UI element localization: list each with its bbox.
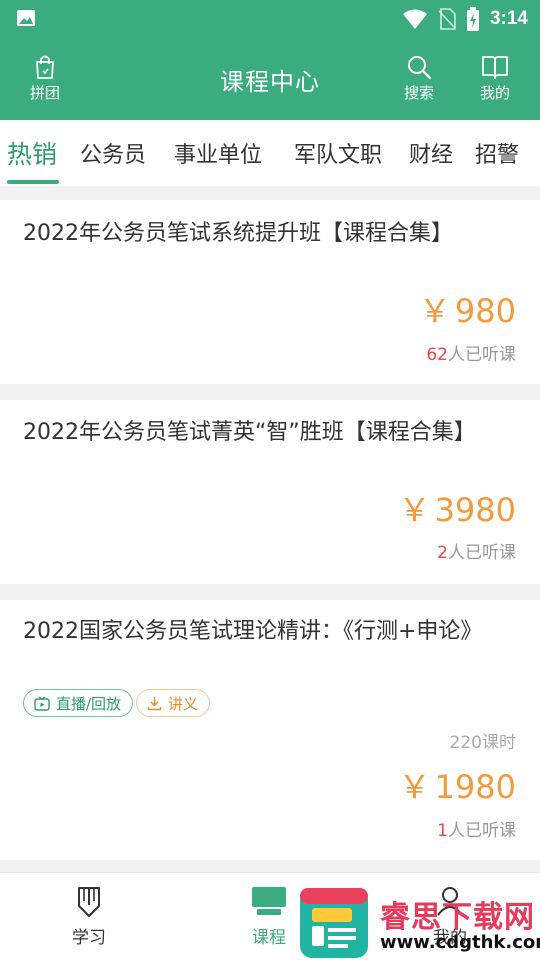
price-value: 980 (454, 292, 516, 330)
status-time: 3:14 (489, 8, 528, 29)
course-badges: 直播/回放 讲义 (23, 689, 323, 719)
tab-military-civilian[interactable]: 军队文职 (294, 137, 382, 169)
course-price: ￥ 1980 (399, 762, 516, 808)
listener-number: 1 (437, 821, 448, 841)
tab-police[interactable]: 招警 (475, 137, 519, 169)
course-card[interactable]: 2022年公务员笔试系统提升班【课程合集】 ￥ 980 62人已听课 (0, 200, 540, 384)
handout-badge: 讲义 (136, 689, 211, 717)
book-icon (482, 56, 508, 79)
download-icon (147, 696, 162, 710)
course-price: ￥ 980 (419, 286, 516, 332)
mine-button[interactable]: 我的 (465, 54, 525, 103)
watermark-logo (300, 888, 368, 958)
status-bar: 3:14 (0, 0, 540, 38)
wifi-icon (402, 9, 427, 29)
course-title: 2022国家公务员笔试理论精讲：《行测+申论》 (23, 619, 483, 644)
listener-number: 2 (437, 543, 448, 563)
live-replay-badge: 直播/回放 (23, 689, 134, 717)
course-hours: 220课时 (449, 733, 516, 753)
battery-icon (466, 7, 479, 31)
mine-label: 我的 (479, 84, 510, 102)
search-label: 搜索 (403, 84, 434, 102)
tab-civil-servant[interactable]: 公务员 (80, 137, 146, 169)
gallery-icon (17, 10, 35, 26)
search-button[interactable]: 搜索 (389, 54, 449, 103)
video-icon (34, 695, 50, 711)
course-card[interactable]: 2022年公务员笔试菁英“智”胜班【课程合集】 ￥ 3980 2人已听课 (0, 400, 540, 584)
search-icon (408, 56, 432, 80)
price-value: 3980 (434, 491, 516, 529)
tab-public-institution[interactable]: 事业单位 (174, 137, 262, 169)
tab-finance[interactable]: 财经 (409, 137, 453, 169)
watermark-url: www.cdgthk.com (380, 932, 540, 953)
tab-hot[interactable]: 热销 (7, 135, 57, 171)
listener-suffix: 人已听课 (448, 543, 516, 563)
nav-study-label: 学习 (72, 928, 106, 948)
monitor-icon (252, 887, 286, 915)
handout-label: 讲义 (168, 694, 199, 713)
listener-count: 62人已听课 (426, 340, 516, 365)
live-replay-label: 直播/回放 (56, 694, 122, 713)
course-price: ￥ 3980 (399, 485, 516, 531)
site-watermark: 睿思下载网 www.cdgthk.com (298, 886, 540, 960)
nav-study[interactable]: 学习 (44, 885, 134, 948)
active-tab-indicator (7, 180, 59, 184)
currency-symbol: ￥ (398, 768, 431, 806)
watermark-title: 睿思下载网 (380, 900, 535, 935)
listener-count: 1人已听课 (437, 816, 516, 841)
no-sim-icon (438, 8, 456, 30)
pen-icon (78, 887, 100, 917)
course-title: 2022年公务员笔试系统提升班【课程合集】 (23, 221, 453, 246)
course-card[interactable]: 2022国家公务员笔试理论精讲：《行测+申论》 直播/回放 讲义 220课时 ￥… (0, 600, 540, 860)
currency-symbol: ￥ (398, 491, 431, 529)
listener-suffix: 人已听课 (448, 821, 516, 841)
currency-symbol: ￥ (418, 292, 451, 330)
listener-number: 62 (426, 345, 448, 365)
price-value: 1980 (434, 768, 516, 806)
course-title: 2022年公务员笔试菁英“智”胜班【课程合集】 (23, 420, 476, 445)
listener-count: 2人已听课 (437, 538, 516, 563)
app-bar: 拼团 课程中心 搜索 我的 (0, 38, 540, 120)
category-tabs: 热销 公务员 事业单位 军队文职 财经 招警 (0, 120, 540, 186)
page-title: 课程中心 (220, 68, 320, 96)
listener-suffix: 人已听课 (448, 345, 516, 365)
